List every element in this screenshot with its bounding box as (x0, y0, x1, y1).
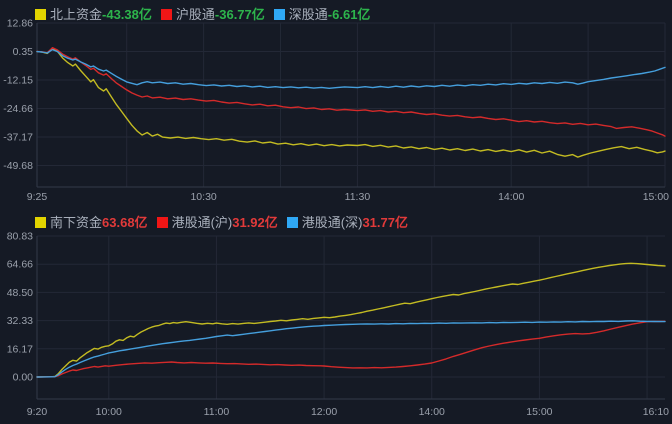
x-axis-tick-label: 15:00 (643, 191, 669, 203)
y-axis-tick-label: 12.86 (7, 18, 33, 30)
y-axis-tick-label: -49.68 (3, 160, 33, 172)
legend-item-shanghai-connect: 沪股通 -36.77亿 (161, 7, 265, 22)
series-value: -36.77亿 (215, 7, 265, 22)
series-value: -6.61亿 (328, 7, 371, 22)
series-value: -43.38亿 (102, 7, 152, 22)
series-name: 深股通 (289, 7, 328, 22)
blue-series-swatch (274, 9, 285, 20)
x-axis-tick-label: 15:00 (526, 406, 552, 418)
series-line-沪股通 (37, 48, 665, 136)
legend-item-shenzhen-connect: 深股通 -6.61亿 (274, 7, 371, 22)
series-name: 北上资金 (50, 7, 102, 22)
y-axis-tick-label: 80.83 (7, 231, 33, 243)
series-name: 港股通(沪) (172, 215, 233, 230)
y-axis-tick-label: -24.66 (3, 103, 33, 115)
southbound-flow-chart[interactable]: 80.83 64.66 48.50 32.33 16.17 0.00 9:20 10:00 11… (0, 212, 672, 424)
x-axis-tick-label: 14:00 (419, 406, 445, 418)
x-axis-tick-label: 14:00 (498, 191, 524, 203)
yellow-series-swatch (35, 217, 46, 228)
x-axis-tick-label: 16:10 (643, 406, 669, 418)
x-axis-tick-label: 9:25 (27, 191, 48, 203)
yellow-series-swatch (35, 9, 46, 20)
legend-item-north-total: 北上资金 -43.38亿 (35, 7, 152, 22)
y-axis-tick-label: 0.00 (13, 372, 34, 384)
southbound-legend: 南下资金 63.68亿 港股通(沪) 31.92亿 港股通(深) 31.77亿 (35, 215, 417, 230)
series-value: 31.92亿 (232, 215, 278, 230)
x-axis-tick-label: 10:30 (190, 191, 216, 203)
legend-item-hk-connect-sh: 港股通(沪) 31.92亿 (157, 215, 278, 230)
x-axis-tick-label: 9:20 (27, 406, 48, 418)
series-value: 31.77亿 (362, 215, 408, 230)
northbound-legend: 北上资金 -43.38亿 沪股通 -36.77亿 深股通 -6.61亿 (35, 7, 379, 22)
series-name: 南下资金 (50, 215, 102, 230)
series-line-北上资金 (37, 49, 665, 157)
y-axis-tick-label: 48.50 (7, 287, 33, 299)
y-axis-tick-label: -37.17 (3, 131, 33, 143)
y-axis-tick-label: -12.15 (3, 74, 33, 86)
x-axis-tick-label: 11:30 (345, 191, 371, 203)
blue-series-swatch (287, 217, 298, 228)
legend-item-south-total: 南下资金 63.68亿 (35, 215, 148, 230)
series-value: 63.68亿 (102, 215, 148, 230)
y-axis-tick-label: 64.66 (7, 259, 33, 271)
x-axis-tick-label: 10:00 (96, 406, 122, 418)
red-series-swatch (157, 217, 168, 228)
series-name: 港股通(深) (302, 215, 363, 230)
northbound-flow-chart[interactable]: 12.86 0.35 -12.15 -24.66 -37.17 -49.68 9:25 10:… (0, 0, 672, 212)
x-axis-tick-label: 12:00 (311, 406, 337, 418)
legend-item-hk-connect-sz: 港股通(深) 31.77亿 (287, 215, 408, 230)
x-axis-tick-label: 11:00 (204, 406, 230, 418)
series-line-深股通 (37, 50, 665, 89)
series-name: 沪股通 (176, 7, 215, 22)
y-axis-tick-label: 0.35 (13, 46, 34, 58)
y-axis-tick-label: 16.17 (7, 343, 33, 355)
red-series-swatch (161, 9, 172, 20)
capital-flow-dashboard: 北上资金 -43.38亿 沪股通 -36.77亿 深股通 -6.61亿 南下资金… (0, 0, 672, 424)
y-axis-tick-label: 32.33 (7, 315, 33, 327)
